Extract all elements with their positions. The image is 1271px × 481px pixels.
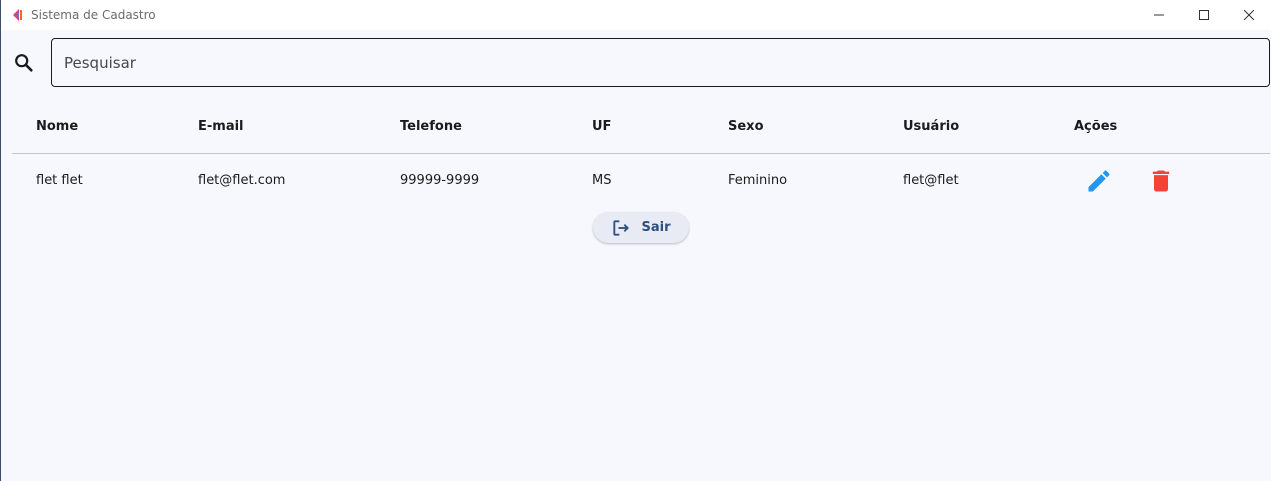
logout-button[interactable]: Sair (593, 212, 689, 243)
column-header-acoes: Ações (1074, 119, 1118, 134)
users-table: Nome E-mail Telefone UF Sexo Usuário Açõ… (12, 100, 1270, 207)
app-logo-icon (10, 7, 26, 23)
column-header-sexo: Sexo (728, 119, 764, 134)
search-bar (1, 38, 1271, 88)
search-icon[interactable] (13, 52, 35, 74)
cell-email: flet@flet.com (198, 173, 286, 188)
close-button[interactable] (1226, 0, 1271, 30)
maximize-icon (1198, 10, 1209, 20)
minimize-icon (1153, 14, 1164, 16)
edit-button[interactable] (1082, 164, 1116, 198)
column-header-email: E-mail (198, 119, 244, 134)
cell-telefone: 99999-9999 (400, 173, 480, 188)
cell-sexo: Feminino (728, 173, 788, 188)
search-input[interactable] (51, 38, 1270, 87)
table-header-row: Nome E-mail Telefone UF Sexo Usuário Açõ… (12, 100, 1270, 154)
window-controls (1136, 0, 1271, 30)
minimize-button[interactable] (1136, 0, 1181, 30)
app-window: Sistema de Cadastro Pesquisar Nome E-mai… (0, 0, 1271, 481)
column-header-uf: UF (592, 119, 612, 134)
close-icon (1243, 10, 1254, 20)
edit-icon (1088, 170, 1110, 192)
delete-button[interactable] (1144, 164, 1178, 198)
logout-icon (613, 219, 630, 236)
column-header-usuario: Usuário (903, 119, 960, 134)
delete-icon (1152, 170, 1170, 192)
maximize-button[interactable] (1181, 0, 1226, 30)
window-title: Sistema de Cadastro (31, 8, 156, 22)
table-row: flet flet flet@flet.com 99999-9999 MS Fe… (12, 154, 1270, 207)
column-header-nome: Nome (36, 119, 79, 134)
cell-uf: MS (592, 173, 612, 188)
logout-label: Sair (641, 220, 671, 235)
cell-usuario: flet@flet (903, 173, 959, 188)
column-header-telefone: Telefone (400, 119, 462, 134)
cell-nome: flet flet (36, 173, 83, 188)
title-bar: Sistema de Cadastro (1, 0, 1271, 30)
